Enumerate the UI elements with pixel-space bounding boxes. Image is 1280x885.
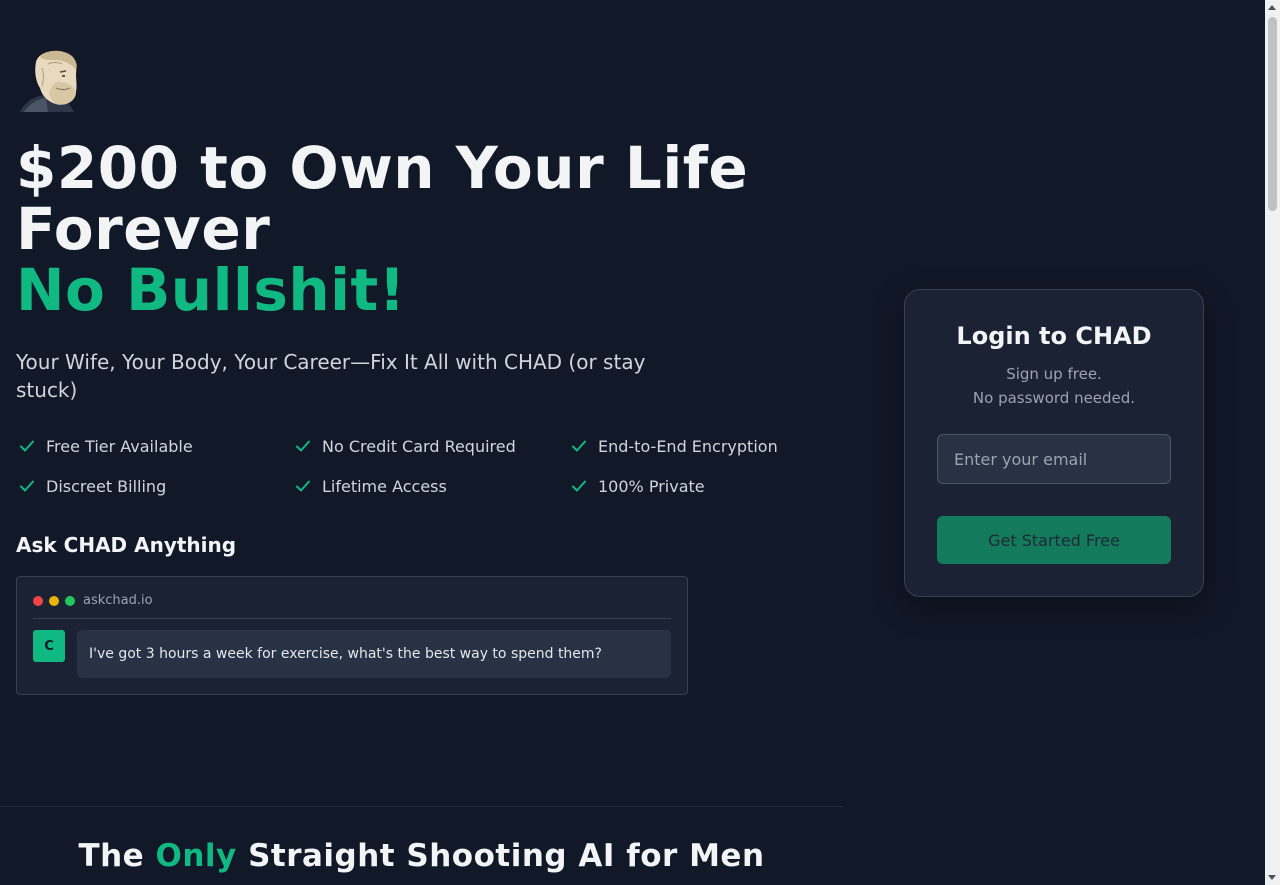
section-divider	[0, 806, 843, 807]
feature-label: Lifetime Access	[322, 476, 447, 496]
chat-avatar: C	[33, 630, 65, 662]
login-subtitle-line-2: No password needed.	[972, 389, 1136, 407]
login-card: Login to CHAD Sign up free. No password …	[904, 289, 1204, 597]
check-icon	[296, 480, 310, 492]
chat-window-titlebar: askchad.io	[33, 589, 671, 619]
chat-url: askchad.io	[83, 593, 153, 608]
feature-label: Free Tier Available	[46, 436, 193, 456]
hero-title-line-2: Forever	[16, 195, 271, 263]
check-icon	[296, 440, 310, 452]
check-icon	[20, 440, 34, 452]
check-icon	[572, 480, 586, 492]
bearded-man-portrait-icon	[20, 50, 77, 112]
yellow-dot-icon	[49, 595, 59, 606]
chat-message: I've got 3 hours a week for exercise, wh…	[77, 630, 671, 678]
feature-item: No Credit Card Required	[292, 434, 568, 458]
section-heading-accent: Only	[155, 838, 237, 874]
hero-title-line-1: $200 to Own Your Life	[16, 134, 749, 202]
feature-item: Discreet Billing	[16, 474, 292, 498]
chat-preview-window: askchad.io C I've got 3 hours a week for…	[16, 576, 688, 695]
feature-label: End-to-End Encryption	[598, 436, 778, 456]
feature-label: 100% Private	[598, 476, 705, 496]
feature-item: End-to-End Encryption	[568, 434, 844, 458]
section-heading-before: The	[78, 838, 145, 874]
hero-title-accent: No Bullshit!	[16, 256, 406, 324]
feature-item: Free Tier Available	[16, 434, 292, 458]
hero-subtitle: Your Wife, Your Body, Your Career—Fix It…	[16, 350, 646, 402]
feature-list: Free Tier Available No Credit Card Requi…	[16, 434, 846, 498]
email-field[interactable]	[937, 434, 1171, 484]
get-started-button[interactable]: Get Started Free	[937, 516, 1171, 564]
green-dot-icon	[65, 595, 75, 606]
feature-item: Lifetime Access	[292, 474, 568, 498]
hero-title: $200 to Own Your Life Forever No Bullshi…	[16, 138, 836, 321]
ask-chad-heading: Ask CHAD Anything	[16, 533, 237, 557]
feature-item: 100% Private	[568, 474, 844, 498]
feature-label: No Credit Card Required	[322, 436, 516, 456]
red-dot-icon	[33, 595, 43, 606]
feature-label: Discreet Billing	[46, 476, 167, 496]
section-heading: The Only Straight Shooting AI for Men	[0, 838, 843, 874]
check-icon	[572, 440, 586, 452]
login-subtitle: Sign up free. No password needed.	[905, 362, 1203, 410]
chad-logo[interactable]	[18, 48, 82, 114]
scrollbar-thumb[interactable]	[1268, 17, 1277, 211]
scroll-up-arrow-icon[interactable]	[1268, 5, 1276, 10]
page-scrollbar[interactable]	[1265, 0, 1280, 885]
scroll-down-arrow-icon[interactable]	[1268, 875, 1276, 880]
login-title: Login to CHAD	[956, 322, 1152, 350]
check-icon	[20, 480, 34, 492]
section-heading-after: Straight Shooting AI for Men	[248, 838, 765, 874]
login-subtitle-line-1: Sign up free.	[1006, 365, 1102, 383]
